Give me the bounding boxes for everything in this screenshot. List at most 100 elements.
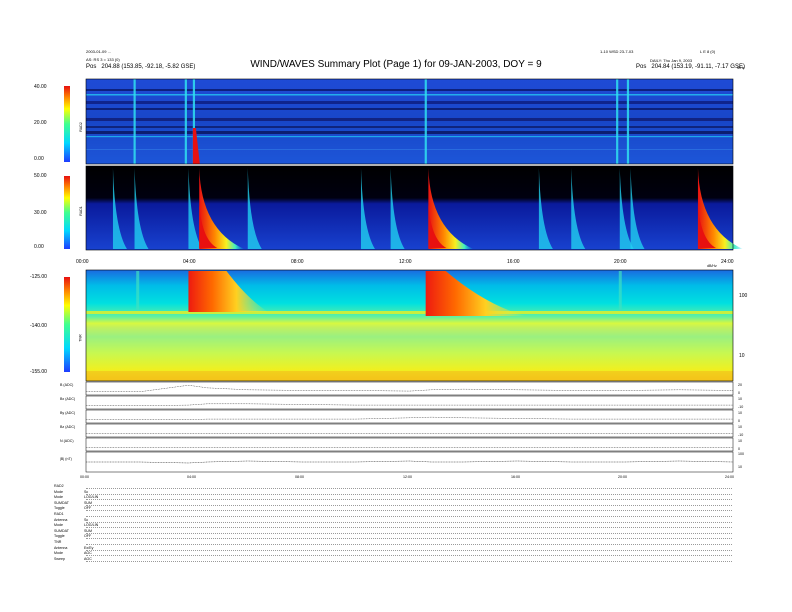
parameter-rule: [86, 555, 732, 557]
rad1-colorbar: [64, 176, 70, 249]
rad2-band: [86, 149, 733, 150]
rad2-tick-mid: 20.00: [34, 120, 47, 126]
parameter-rule: [86, 527, 732, 529]
mfi-trace: [86, 460, 734, 464]
time-tick: 08:00: [291, 259, 304, 265]
mfi-rtick: 0: [738, 419, 740, 423]
mfi-rtick: 10: [738, 439, 742, 443]
parameter-rule: [86, 510, 732, 512]
parameter-key: Sweep: [54, 556, 65, 561]
tnr-right-tick-100: 100: [739, 293, 748, 299]
parameter-key: TNR: [54, 540, 62, 544]
mfi-rtick: 0: [738, 391, 740, 395]
time-tick: 04:00: [187, 475, 196, 479]
parameter-rule: [86, 516, 732, 517]
mfi-rtick: -10: [738, 405, 744, 409]
parameter-key: SUMDAT: [54, 500, 69, 505]
mfi-rtick: 20: [738, 383, 742, 387]
mfi-label-b: B (ADC): [60, 383, 74, 387]
mfi-strip: [85, 409, 734, 424]
parameter-key: Mode: [54, 551, 63, 556]
tnr-burst: [618, 271, 622, 311]
rad2-colorbar: [64, 86, 70, 162]
parameter-rule: [86, 560, 732, 562]
parameter-key: Toggle: [54, 534, 65, 539]
parameter-rule: [86, 544, 732, 545]
parameter-key: Antenna: [54, 545, 68, 550]
rad2-tick-bottom: 0.00: [34, 156, 44, 162]
time-tick: 16:00: [511, 475, 520, 479]
mfi-rtick: 10: [738, 425, 742, 429]
dbhz-mark: dB/Hz: [707, 264, 717, 268]
mfi-strip: [85, 395, 734, 410]
time-tick: 20:00: [614, 259, 627, 265]
mfi-rtick: 10: [738, 411, 742, 415]
time-tick: 04:00: [183, 259, 196, 265]
parameter-rule: [86, 549, 732, 551]
time-tick: 00:00: [80, 475, 89, 479]
mfi-rtick: 100: [738, 452, 744, 456]
tnr-burst: [136, 271, 140, 311]
rad2-panel: [86, 79, 733, 164]
mfi-rtick: 0: [738, 447, 740, 451]
rad1-tick-top: 50.00: [34, 173, 47, 179]
mfi-strip: [85, 423, 734, 438]
parameter-key: Toggle: [54, 506, 65, 511]
tnr-panel: [86, 270, 733, 381]
parameter-key: RAD2: [54, 484, 64, 488]
parameter-rule: [86, 538, 732, 540]
parameter-key: Mode: [54, 495, 63, 500]
mfi-trace: [86, 384, 734, 392]
tnr-bottom-band: [86, 371, 733, 381]
rad2-burst: [626, 79, 630, 164]
parameter-key: Mode: [54, 489, 63, 494]
rad2-label: RAD2: [78, 122, 83, 132]
tnr-right-tick-10: 10: [739, 353, 745, 359]
parameter-key: Antenna: [54, 517, 68, 522]
mfi-strip: [85, 381, 734, 396]
mfi-rtick: 10: [738, 397, 742, 401]
time-tick: 12:00: [403, 475, 412, 479]
parameter-rule: [86, 504, 732, 506]
parameter-key: SUMDAT: [54, 528, 69, 533]
mfi-label-by: By (ADC): [60, 411, 76, 415]
rad2-band: [86, 101, 733, 104]
tnr-tick-top: -125.00: [30, 274, 47, 280]
parameter-row: Mode Sc: [54, 490, 88, 495]
rad2-burst: [616, 79, 619, 164]
spectrogram-figure: [64, 78, 743, 473]
parameter-rule: [86, 493, 732, 495]
time-tick: 08:00: [295, 475, 304, 479]
rad2-band: [86, 108, 733, 110]
time-tick: 16:00: [507, 259, 520, 265]
parameter-row: Antenna Sc: [54, 518, 88, 523]
rad2-band: [86, 118, 733, 121]
parameter-row: RAD2: [54, 484, 84, 489]
tnr-tick-mid: -140.00: [30, 323, 47, 329]
parameter-row: TNR: [54, 540, 84, 545]
parameter-key: Mode: [54, 523, 63, 528]
tnr-label: TNR: [78, 334, 83, 342]
mfi-label-bz: Bz (ADC): [60, 425, 76, 429]
mfi-rtick: 10: [738, 465, 742, 469]
parameter-rule: [86, 532, 732, 534]
mfi-strips: [85, 381, 734, 473]
rad1-tick-bottom: 0.00: [34, 244, 44, 250]
rad2-band: [86, 94, 733, 96]
parameter-rule: [86, 488, 732, 489]
rad2-band: [86, 136, 733, 138]
rad2-tick-top: 40.00: [34, 84, 47, 90]
mfi-trace: [86, 416, 733, 420]
time-tick: 24:00: [721, 259, 734, 265]
time-tick: 00:00: [76, 259, 89, 265]
rad2-burst: [184, 79, 187, 164]
rad2-band: [86, 126, 733, 128]
mfi-strip: [85, 451, 734, 473]
rad2-band: [86, 89, 733, 91]
tnr-tick-bottom: -155.00: [30, 369, 47, 375]
mfi-label-n: N (ADC): [60, 439, 74, 443]
rad2-burst: [133, 79, 136, 164]
tnr-plasma-line: [86, 311, 733, 314]
time-tick: 20:00: [618, 475, 627, 479]
time-tick: 12:00: [399, 259, 412, 265]
